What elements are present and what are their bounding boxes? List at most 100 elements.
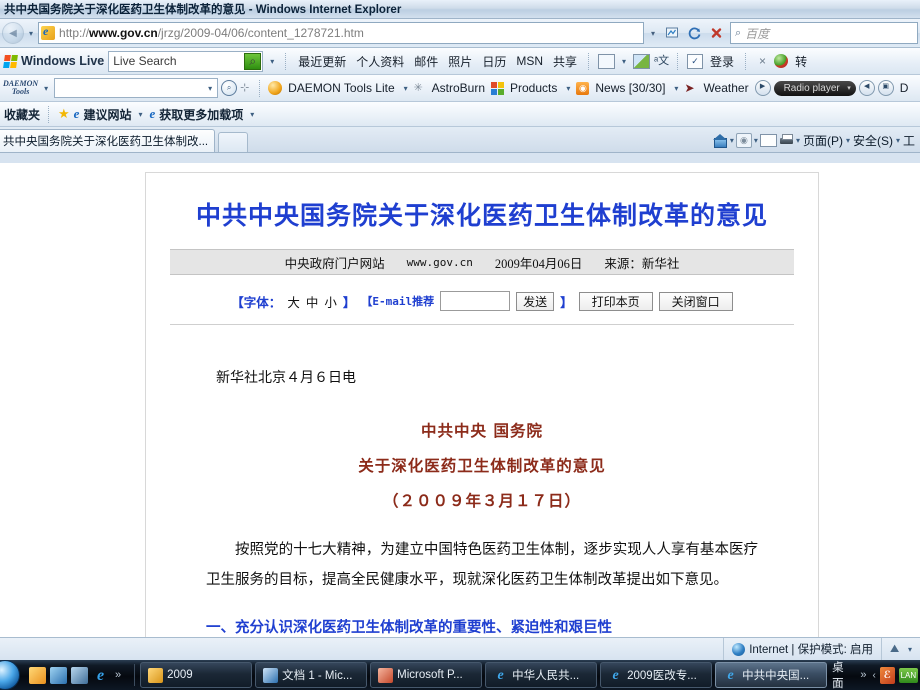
- radio-player-select[interactable]: Radio player: [773, 80, 856, 96]
- wl-item-mail[interactable]: 邮件: [411, 53, 441, 70]
- signin-button[interactable]: 登录: [707, 53, 737, 70]
- recent-pages-caret[interactable]: ▾: [29, 29, 33, 38]
- taskbar-button-2[interactable]: Microsoft P...: [370, 662, 483, 688]
- wl-item-calendar[interactable]: 日历: [479, 53, 509, 70]
- taskbar-button-4[interactable]: e 2009医改专...: [600, 662, 713, 688]
- zoom-caret[interactable]: ▾: [908, 645, 912, 654]
- zoom-control[interactable]: ⛰ ▾: [880, 638, 920, 660]
- home-caret[interactable]: ▾: [730, 136, 734, 145]
- ie-icon: e: [73, 106, 80, 121]
- daemon-brand-caret[interactable]: ▾: [44, 84, 48, 93]
- page-menu-caret[interactable]: ▾: [846, 136, 850, 145]
- email-recommend-input[interactable]: [440, 291, 511, 312]
- article-body: 新华社北京４月６日电 中共中央 国务院 关于深化医药卫生体制改革的意见 （２００…: [146, 325, 818, 638]
- radio-extra-icon[interactable]: ▣: [877, 80, 894, 96]
- font-size-medium[interactable]: 中: [306, 292, 319, 311]
- tray-overflow-icon[interactable]: »: [858, 669, 868, 681]
- dt-item-news[interactable]: News [30/30]: [592, 81, 668, 95]
- new-tab-button[interactable]: [218, 132, 249, 152]
- page-viewport[interactable]: 中共中央国务院关于深化医药卫生体制改革的意见 中央政府门户网站 www.gov.…: [0, 163, 920, 638]
- compatibility-view-icon[interactable]: [662, 23, 682, 43]
- start-orb-icon[interactable]: [0, 660, 20, 690]
- window-title: 共中央国务院关于深化医药卫生体制改革的意见 - Windows Internet…: [4, 4, 402, 16]
- tools-menu[interactable]: 工: [902, 132, 916, 149]
- taskbar-button-3[interactable]: e 中华人民共...: [485, 662, 598, 688]
- close-toolbar-button[interactable]: ×: [755, 54, 770, 68]
- toolbar-image-icon[interactable]: [633, 53, 651, 69]
- daemon-search-icon[interactable]: ⌕: [221, 80, 238, 96]
- safety-menu-caret[interactable]: ▾: [896, 136, 900, 145]
- dt-item-products-caret[interactable]: ▾: [566, 84, 570, 93]
- radio-play-icon[interactable]: ▶: [754, 80, 771, 96]
- lan-icon[interactable]: LAN: [898, 667, 919, 683]
- feeds-caret[interactable]: ▾: [754, 136, 758, 145]
- dt-item-news-caret[interactable]: ▾: [674, 84, 678, 93]
- window-switch-icon[interactable]: [50, 666, 67, 684]
- dt-item-lite-caret[interactable]: ▾: [404, 84, 408, 93]
- dt-item-products[interactable]: Products: [507, 81, 560, 95]
- address-dropdown-caret[interactable]: ▾: [646, 29, 660, 38]
- print-page-button[interactable]: 打印本页: [578, 291, 653, 311]
- live-search-input[interactable]: Live Search ⌕: [108, 50, 264, 72]
- home-icon[interactable]: [712, 133, 728, 148]
- favorites-label[interactable]: 收藏夹: [4, 106, 40, 123]
- dt-item-lite[interactable]: DAEMON Tools Lite: [285, 81, 397, 95]
- folder-icon: [148, 667, 164, 683]
- tray-expand-icon[interactable]: ‹: [872, 670, 875, 681]
- taskbar-button-5[interactable]: e 中共中央国...: [715, 662, 828, 688]
- security-zone-indicator[interactable]: Internet | 保护模式: 启用: [723, 638, 881, 660]
- ie-quicklaunch-icon[interactable]: e: [92, 667, 109, 684]
- desktop-toolbar-label[interactable]: 桌面: [830, 660, 854, 690]
- feeds-icon[interactable]: ◉: [735, 133, 752, 148]
- wl-item-updates[interactable]: 最近更新: [295, 53, 349, 70]
- show-desktop-icon[interactable]: [29, 666, 46, 684]
- print-caret[interactable]: ▾: [796, 136, 800, 145]
- daemon-search-input[interactable]: ▾: [54, 78, 219, 98]
- taskbar-button-1[interactable]: 文档 1 - Mic...: [255, 662, 368, 688]
- address-input[interactable]: http://www.gov.cn/jrzg/2009-04/06/conten…: [38, 22, 644, 44]
- stop-icon[interactable]: [706, 23, 726, 43]
- translate-globe-icon[interactable]: [774, 54, 789, 68]
- article-title: 中共中央国务院关于深化医药卫生体制改革的意见: [195, 201, 768, 230]
- wl-extra-label[interactable]: 转: [792, 53, 810, 70]
- page-menu[interactable]: 页面(P): [802, 132, 844, 149]
- suggested-sites-caret[interactable]: ▾: [138, 110, 142, 119]
- dt-overflow-label[interactable]: D: [897, 81, 912, 95]
- toolbar-window-icon[interactable]: [598, 53, 616, 69]
- font-size-small[interactable]: 小: [324, 292, 337, 311]
- close-window-button[interactable]: 关闭窗口: [658, 291, 733, 311]
- search-input[interactable]: ⌕ 百度: [730, 22, 918, 44]
- safety-menu[interactable]: 安全(S): [852, 132, 894, 149]
- toolbar-window-caret[interactable]: ▾: [622, 57, 626, 66]
- toolbar-translate-icon[interactable]: ᵃ文: [654, 55, 669, 68]
- daemon-settings-icon[interactable]: ⊹: [240, 82, 252, 94]
- dt-item-astroburn[interactable]: AstroBurn: [429, 81, 488, 95]
- windows-live-toolbar: Windows Live Live Search ⌕ ▾ 最近更新 个人资料 邮…: [0, 48, 920, 75]
- wl-item-profile[interactable]: 个人资料: [353, 53, 407, 70]
- network-icon[interactable]: ℰ: [879, 666, 895, 684]
- wl-item-photos[interactable]: 照片: [445, 53, 475, 70]
- go-search-icon[interactable]: ⌕: [244, 52, 262, 70]
- radio-prev-icon[interactable]: ◀: [858, 80, 875, 96]
- wl-item-msn[interactable]: MSN: [513, 54, 546, 68]
- get-addons-caret[interactable]: ▾: [250, 110, 254, 119]
- dt-item-weather[interactable]: Weather: [700, 81, 751, 95]
- tab-active[interactable]: 共中央国务院关于深化医药卫生体制改...: [0, 129, 216, 152]
- favorite-get-addons[interactable]: 获取更多加载项: [159, 106, 243, 123]
- print-icon[interactable]: [779, 134, 794, 147]
- media-icon[interactable]: [71, 666, 88, 684]
- refresh-icon[interactable]: [684, 23, 704, 43]
- divider: [48, 105, 50, 123]
- mail-icon[interactable]: [759, 134, 777, 147]
- back-button[interactable]: ◀: [2, 22, 24, 44]
- font-size-large[interactable]: 大: [287, 292, 300, 311]
- favorite-suggested-sites[interactable]: 建议网站: [83, 106, 131, 123]
- daemon-search-caret[interactable]: ▾: [208, 84, 212, 93]
- article-meta-bar: 中央政府门户网站 www.gov.cn 2009年04月06日 来源：新华社: [170, 249, 794, 276]
- live-search-caret[interactable]: ▾: [270, 57, 274, 66]
- quick-launch-overflow[interactable]: »: [113, 669, 123, 681]
- wl-item-share[interactable]: 共享: [550, 53, 580, 70]
- send-button[interactable]: 发送: [516, 291, 555, 311]
- taskbar-button-0[interactable]: 2009: [140, 662, 253, 688]
- star-icon[interactable]: ★: [58, 106, 70, 122]
